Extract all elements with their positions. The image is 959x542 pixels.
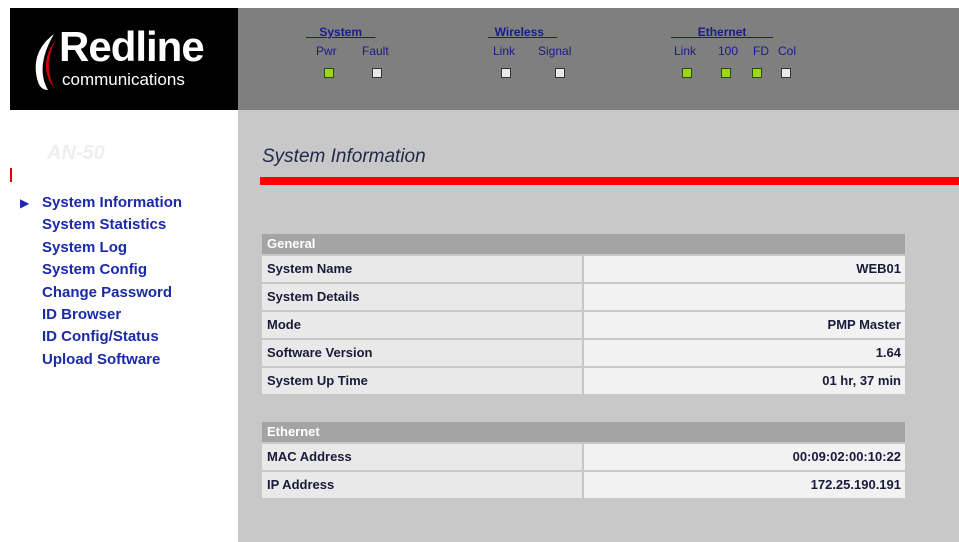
led-fd-indicator <box>752 68 762 78</box>
field-value: 172.25.190.191 <box>584 472 905 498</box>
led-label-fd: FD <box>753 44 769 58</box>
sidebar-item-system-config[interactable]: System Config <box>20 259 182 281</box>
led-ethernet-link-indicator <box>682 68 692 78</box>
sidebar-item-system-log[interactable]: System Log <box>20 237 182 259</box>
sidebar-item-system-information[interactable]: ▶ System Information <box>20 192 182 214</box>
table-row: IP Address 172.25.190.191 <box>262 472 905 498</box>
table-row: System Details <box>262 284 905 310</box>
led-wireless-link-indicator <box>501 68 511 78</box>
led-label-col: Col <box>778 44 797 58</box>
sidebar-item-label: Upload Software <box>42 350 161 368</box>
led-label-fault: Fault <box>362 44 389 58</box>
general-section: General System Name WEB01 System Details… <box>262 234 905 396</box>
status-group-title: _Wireless__ <box>488 25 558 39</box>
brand-tagline: communications <box>62 70 185 89</box>
main-content: System Information General System Name W… <box>238 110 959 542</box>
led-label-signal: Signal <box>538 44 572 58</box>
led-100-indicator <box>721 68 731 78</box>
table-row: Software Version 1.64 <box>262 340 905 366</box>
sidebar-item-system-statistics[interactable]: System Statistics <box>20 214 182 236</box>
sidebar-item-id-config-status[interactable]: ID Config/Status <box>20 326 182 348</box>
sidebar-nav: ▶ System Information System Statistics S… <box>20 192 182 371</box>
led-label-100: 100 <box>718 44 739 58</box>
section-heading: General <box>262 234 905 254</box>
active-marker <box>10 168 12 182</box>
sidebar-item-upload-software[interactable]: Upload Software <box>20 349 182 371</box>
sidebar-item-label: Change Password <box>42 283 173 301</box>
status-group-title: __System__ <box>306 25 376 39</box>
led-col-indicator <box>781 68 791 78</box>
field-label: System Details <box>262 284 582 310</box>
field-value: PMP Master <box>584 312 905 338</box>
status-group-title: ____Ethernet____ <box>671 25 774 39</box>
sidebar-item-label: System Information <box>42 194 183 211</box>
sidebar-item-id-browser[interactable]: ID Browser <box>20 304 182 326</box>
table-row: MAC Address 00:09:02:00:10:22 <box>262 444 905 470</box>
led-label-ethernet-link: Link <box>674 44 697 58</box>
status-group-system: __System__ Pwr Fault <box>306 25 416 80</box>
sidebar-item-label: System Config <box>42 261 148 279</box>
led-label-wireless-link: Link <box>493 44 516 58</box>
field-value: 01 hr, 37 min <box>584 368 905 394</box>
led-pwr-indicator <box>324 68 334 78</box>
led-label-pwr: Pwr <box>316 44 337 58</box>
brand-name: Redline <box>59 23 205 70</box>
field-label: Mode <box>262 312 582 338</box>
field-label: System Up Time <box>262 368 582 394</box>
field-value: 00:09:02:00:10:22 <box>584 444 905 470</box>
status-bar: __System__ Pwr Fault _Wireless__ Link Si… <box>238 8 959 110</box>
table-row: Mode PMP Master <box>262 312 905 338</box>
led-signal-indicator <box>555 68 565 78</box>
brand-logo: Redline communications <box>10 8 238 110</box>
table-row: System Up Time 01 hr, 37 min <box>262 368 905 394</box>
field-value: 1.64 <box>584 340 905 366</box>
field-label: MAC Address <box>262 444 582 470</box>
redline-swoosh-icon <box>35 34 56 90</box>
status-group-wireless: _Wireless__ Link Signal <box>488 25 608 80</box>
sidebar: AN-50 ▶ System Information System Statis… <box>10 110 238 542</box>
field-value <box>584 284 905 310</box>
title-divider <box>260 177 959 185</box>
sidebar-item-label: System Statistics <box>42 216 167 234</box>
ethernet-section: Ethernet MAC Address 00:09:02:00:10:22 I… <box>262 422 905 500</box>
table-row: System Name WEB01 <box>262 256 905 282</box>
field-label: Software Version <box>262 340 582 366</box>
status-group-ethernet: ____Ethernet____ Link 100 FD Col <box>671 25 831 80</box>
sidebar-item-label: System Log <box>42 238 128 256</box>
device-model: AN-50 <box>47 142 105 164</box>
page-title: System Information <box>262 146 426 167</box>
led-fault-indicator <box>372 68 382 78</box>
field-label: IP Address <box>262 472 582 498</box>
field-label: System Name <box>262 256 582 282</box>
field-value: WEB01 <box>584 256 905 282</box>
sidebar-item-label: ID Config/Status <box>42 328 159 346</box>
current-page-arrow-icon: ▶ <box>20 196 30 210</box>
sidebar-item-label: ID Browser <box>42 305 122 323</box>
section-heading: Ethernet <box>262 422 905 442</box>
sidebar-item-change-password[interactable]: Change Password <box>20 282 182 304</box>
